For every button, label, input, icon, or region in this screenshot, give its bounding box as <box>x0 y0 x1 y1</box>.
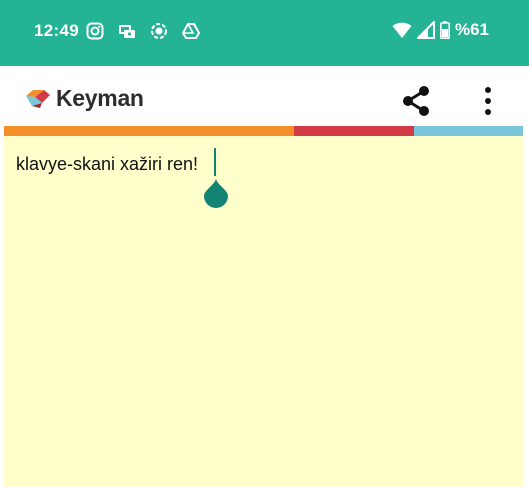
status-left-icons <box>86 22 200 40</box>
language-stripe-blue <box>414 126 523 136</box>
drive-icon <box>182 23 200 39</box>
battery-icon <box>439 21 450 39</box>
language-stripe-orange <box>4 126 294 136</box>
text-cursor <box>214 148 216 176</box>
share-icon[interactable] <box>398 83 434 119</box>
signal-icon <box>416 21 435 39</box>
cursor-handle[interactable] <box>203 178 229 208</box>
keyman-logo <box>26 90 50 108</box>
status-time: 12:49 <box>34 21 79 40</box>
instagram-icon <box>86 22 104 40</box>
status-right-icons: %61 <box>392 20 489 40</box>
record-icon <box>151 23 167 39</box>
editor-text: klavye-skani xažiri ren! <box>16 154 199 174</box>
more-vert-icon[interactable] <box>476 84 500 118</box>
app-title: Keyman <box>56 85 144 111</box>
status-bar: 12:49 %61 <box>0 0 529 66</box>
battery-percent: %61 <box>454 20 489 39</box>
language-stripe-red <box>294 126 414 136</box>
wifi-icon <box>392 22 412 38</box>
vpn-key-icon <box>119 25 135 38</box>
text-editor[interactable]: klavye-skani xažiri ren! <box>4 136 523 487</box>
